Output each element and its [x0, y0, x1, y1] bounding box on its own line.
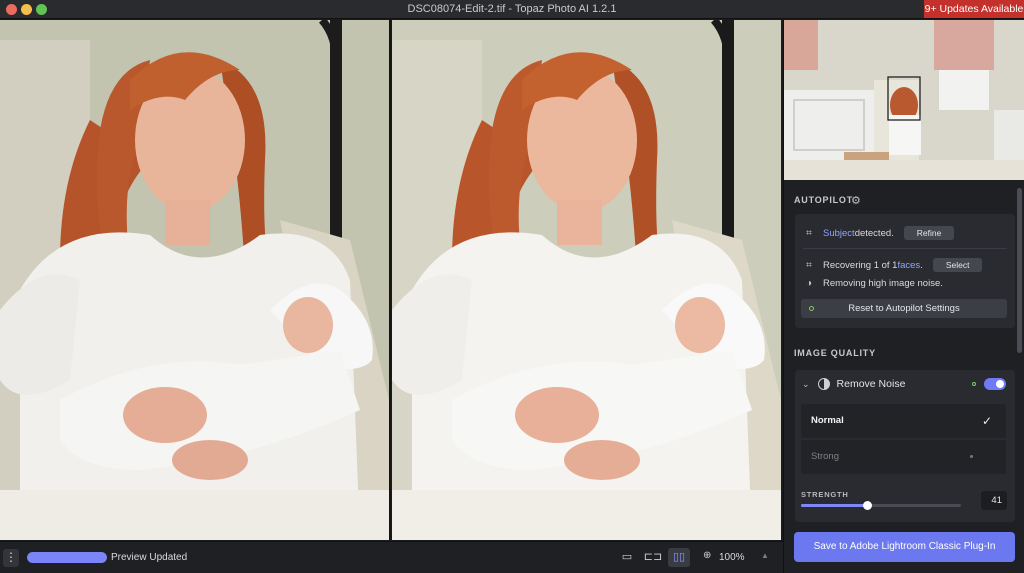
subject-link[interactable]: Subject	[823, 228, 855, 239]
sidebar-scrollbar[interactable]	[1017, 188, 1022, 528]
strength-label: STRENGTH	[801, 490, 849, 499]
processed-image-view[interactable]	[391, 20, 782, 540]
faces-text: Recovering 1 of 1	[823, 259, 898, 271]
remove-noise-label: Remove Noise	[836, 378, 906, 390]
autopilot-card: ⌗ Subject detected. Refine ⌗ Recovering …	[795, 214, 1015, 328]
more-menu-icon[interactable]: ⋮	[3, 549, 19, 567]
reset-autopilot-button[interactable]: Reset to Autopilot Settings	[801, 299, 1007, 318]
dot-icon	[970, 455, 973, 458]
preview-status-text: Preview Updated	[111, 552, 188, 563]
navigator-photo	[784, 20, 1024, 180]
original-photo	[0, 20, 389, 540]
updates-available-button[interactable]: 9+ Updates Available	[924, 0, 1024, 18]
strength-slider-handle[interactable]	[862, 501, 872, 510]
gear-icon[interactable]: ⚙	[851, 194, 861, 207]
noise-option-strong-label: Strong	[811, 451, 839, 462]
strength-value-input[interactable]: 41	[981, 491, 1007, 510]
window-title: DSC08074-Edit-2.tif - Topaz Photo AI 1.2…	[407, 3, 617, 15]
side-by-side-view-icon: ▯▯	[672, 551, 686, 563]
check-icon: ✓	[981, 414, 992, 428]
zoom-level[interactable]: 100%	[719, 552, 745, 563]
split-view-button[interactable]: ⊏⊐	[642, 548, 664, 567]
noise-option-strong[interactable]: Strong	[801, 440, 1006, 474]
magnifier-icon[interactable]: ⊕	[703, 550, 711, 561]
single-view-icon: ▭	[621, 551, 633, 563]
image-quality-heading: IMAGE QUALITY	[794, 348, 876, 358]
noise-icon: ◑	[805, 277, 813, 289]
face-detect-icon: ⌗	[806, 259, 812, 271]
preview-progress-bar	[27, 552, 107, 563]
remove-noise-header[interactable]: ⌄ Remove Noise	[802, 377, 1008, 391]
single-view-button[interactable]: ▭	[616, 548, 638, 567]
remove-noise-card: ⌄ Remove Noise Normal ✓ Strong STRENGTH …	[795, 370, 1015, 522]
faces-suffix: .	[920, 259, 923, 271]
preview-progress-fill	[27, 552, 107, 563]
noise-status-row: ◑ Removing high image noise.	[803, 275, 1007, 291]
subject-detected-text: detected.	[854, 227, 894, 239]
zoom-dropdown-icon[interactable]: ▲	[761, 551, 769, 560]
reset-autopilot-label: Reset to Autopilot Settings	[848, 303, 960, 314]
split-view-icon: ⊏⊐	[643, 551, 663, 563]
refine-button[interactable]: Refine	[903, 226, 955, 240]
navigator-thumbnail[interactable]	[784, 20, 1024, 180]
faces-link[interactable]: faces	[897, 260, 920, 271]
right-sidebar: AUTOPILOT ⚙ ⌗ Subject detected. Refine ⌗…	[783, 20, 1024, 573]
title-bar: DSC08074-Edit-2.tif - Topaz Photo AI 1.2…	[0, 0, 1024, 19]
original-image-view[interactable]	[0, 20, 389, 540]
save-to-lightroom-button[interactable]: Save to Adobe Lightroom Classic Plug-In	[794, 532, 1015, 562]
subject-detect-icon: ⌗	[806, 227, 812, 239]
sidebar-scrollbar-thumb[interactable]	[1017, 188, 1022, 353]
autopilot-separator	[803, 248, 1007, 249]
subject-row: ⌗ Subject detected. Refine	[803, 225, 1007, 241]
strength-slider-fill	[801, 504, 867, 507]
status-dot-icon	[972, 382, 976, 386]
noise-option-normal-label: Normal	[811, 415, 844, 426]
remove-noise-toggle[interactable]	[984, 378, 1006, 390]
noise-icon	[817, 378, 830, 390]
chevron-down-icon[interactable]: ⌄	[802, 379, 810, 390]
bottom-toolbar: ⋮ Preview Updated ▭ ⊏⊐ ▯▯ ⊕ 100% ▲	[0, 541, 783, 573]
noise-status-text: Removing high image noise.	[823, 277, 943, 289]
side-by-side-view-button[interactable]: ▯▯	[668, 548, 690, 567]
noise-option-normal[interactable]: Normal ✓	[801, 404, 1006, 438]
status-dot-icon	[809, 306, 814, 311]
processed-photo	[392, 20, 781, 540]
faces-row: ⌗ Recovering 1 of 1 faces . Select	[803, 257, 1007, 273]
select-faces-button[interactable]: Select	[932, 258, 983, 272]
autopilot-heading: AUTOPILOT	[794, 195, 854, 205]
strength-slider[interactable]	[801, 501, 961, 510]
